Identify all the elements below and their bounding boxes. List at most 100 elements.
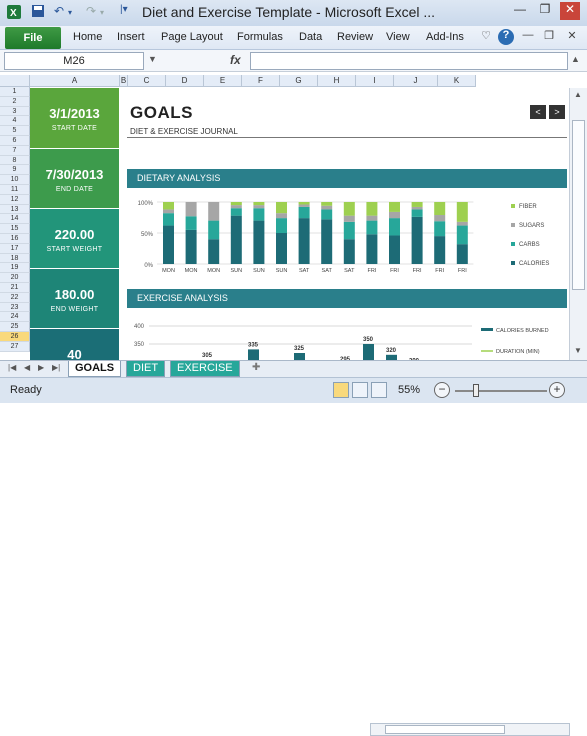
formula-expand-icon[interactable]: ▲	[571, 54, 580, 64]
row-header-25[interactable]: 25	[0, 322, 30, 332]
column-header-h[interactable]: H	[318, 75, 356, 87]
ribbon-close-icon[interactable]: ✕	[564, 29, 580, 45]
bar-segment	[276, 233, 287, 264]
row-header-13[interactable]: 13	[0, 204, 30, 215]
row-header-20[interactable]: 20	[0, 273, 30, 283]
tab-formulas[interactable]: Formulas	[237, 31, 283, 43]
tab-add-ins[interactable]: Add-Ins	[426, 31, 464, 43]
prev-button[interactable]: <	[530, 105, 546, 119]
ribbon-minimize-icon[interactable]: —	[520, 29, 536, 45]
page-layout-view-icon[interactable]	[352, 382, 368, 398]
select-all-corner[interactable]	[0, 75, 30, 87]
help-icon[interactable]: ?	[498, 29, 514, 45]
tab-insert[interactable]: Insert	[117, 31, 145, 43]
sheet-tab-diet[interactable]: DIET	[126, 361, 166, 377]
file-tab[interactable]: File	[5, 27, 61, 49]
row-header-15[interactable]: 15	[0, 224, 30, 234]
horizontal-scroll-thumb[interactable]	[385, 725, 505, 734]
bar-segment	[163, 225, 174, 264]
row-header-12[interactable]: 12	[0, 194, 30, 205]
scroll-down-icon[interactable]: ▼	[574, 346, 582, 355]
first-sheet-icon[interactable]: |◀	[8, 363, 16, 372]
column-header-f[interactable]: F	[242, 75, 280, 87]
row-header-24[interactable]: 24	[0, 312, 30, 323]
row-header-1[interactable]: 1	[0, 87, 30, 97]
tab-review[interactable]: Review	[337, 31, 373, 43]
row-header-16[interactable]: 16	[0, 234, 30, 244]
row-header-18[interactable]: 18	[0, 253, 30, 264]
zoom-in-button[interactable]: +	[549, 382, 565, 398]
row-header-5[interactable]: 5	[0, 126, 30, 136]
row-header-17[interactable]: 17	[0, 243, 30, 254]
formula-input[interactable]	[250, 52, 568, 70]
normal-view-icon[interactable]	[333, 382, 349, 398]
bar-segment	[185, 229, 197, 264]
close-icon[interactable]: ✕	[560, 2, 580, 20]
row-header-2[interactable]: 2	[0, 96, 30, 107]
undo-icon[interactable]: ↶	[54, 4, 64, 18]
row-header-21[interactable]: 21	[0, 283, 30, 293]
restore-icon[interactable]: ❐	[535, 2, 555, 20]
column-header-c[interactable]: C	[128, 75, 166, 87]
row-header-14[interactable]: 14	[0, 214, 30, 225]
row-header-26[interactable]: 26	[0, 332, 30, 342]
horizontal-scrollbar[interactable]	[370, 723, 570, 736]
column-header-j[interactable]: J	[394, 75, 438, 87]
row-header-10[interactable]: 10	[0, 175, 30, 185]
vertical-scrollbar[interactable]: ▲ ▼	[569, 88, 587, 360]
zoom-slider[interactable]	[455, 390, 547, 392]
vertical-scroll-thumb[interactable]	[572, 120, 585, 290]
redo-dropdown-icon[interactable]: ▾	[100, 8, 104, 17]
tab-home[interactable]: Home	[73, 31, 102, 43]
name-box-dropdown-icon[interactable]: ▼	[148, 54, 157, 64]
page-break-view-icon[interactable]	[371, 382, 387, 398]
row-header-19[interactable]: 19	[0, 263, 30, 274]
column-header-b[interactable]: B	[120, 75, 128, 87]
column-header-k[interactable]: K	[438, 75, 476, 87]
column-header-e[interactable]: E	[204, 75, 242, 87]
row-header-9[interactable]: 9	[0, 165, 30, 176]
tab-view[interactable]: View	[386, 31, 410, 43]
undo-dropdown-icon[interactable]: ▾	[68, 8, 72, 17]
row-header-8[interactable]: 8	[0, 155, 30, 166]
sheet-tab-exercise[interactable]: EXERCISE	[170, 361, 240, 377]
ribbon-restore-icon[interactable]: ❐	[541, 29, 557, 45]
zoom-out-button[interactable]: −	[434, 382, 450, 398]
tab-page-layout[interactable]: Page Layout	[161, 31, 223, 43]
row-header-11[interactable]: 11	[0, 185, 30, 195]
minimize-icon[interactable]: —	[510, 2, 530, 20]
zoom-slider-thumb[interactable]	[473, 384, 479, 397]
next-button[interactable]: >	[549, 105, 565, 119]
zoom-level[interactable]: 55%	[398, 384, 420, 396]
row-header-3[interactable]: 3	[0, 106, 30, 117]
bar-segment	[321, 209, 333, 220]
tab-data[interactable]: Data	[299, 31, 322, 43]
row-header-7[interactable]: 7	[0, 145, 30, 156]
heart-icon[interactable]: ♡	[478, 29, 494, 45]
column-header-g[interactable]: G	[280, 75, 318, 87]
column-header-a[interactable]: A	[30, 75, 120, 87]
bar-segment	[208, 220, 220, 240]
scroll-up-icon[interactable]: ▲	[574, 90, 582, 99]
row-header-6[interactable]: 6	[0, 136, 30, 146]
save-icon[interactable]	[31, 4, 45, 21]
row-header-22[interactable]: 22	[0, 292, 30, 303]
sheet-tab-goals[interactable]: GOALS	[68, 361, 122, 377]
insert-sheet-icon[interactable]: ✚	[252, 362, 260, 373]
legend-swatch	[511, 261, 515, 265]
redo-icon[interactable]: ↷	[86, 4, 96, 18]
sidebar-label: START DATE	[51, 125, 98, 132]
row-header-27[interactable]: 27	[0, 341, 30, 352]
prev-sheet-icon[interactable]: ◀	[24, 363, 30, 372]
name-box[interactable]: M26	[4, 52, 144, 70]
row-header-23[interactable]: 23	[0, 302, 30, 313]
next-sheet-icon[interactable]: ▶	[38, 363, 44, 372]
column-header-i[interactable]: I	[356, 75, 394, 87]
customize-icon[interactable]: |▾	[120, 4, 128, 15]
bar-segment	[389, 211, 400, 219]
last-sheet-icon[interactable]: ▶|	[52, 363, 60, 372]
insert-function-icon[interactable]: fx	[230, 53, 241, 67]
row-header-4[interactable]: 4	[0, 116, 30, 127]
column-header-d[interactable]: D	[166, 75, 204, 87]
legend-swatch	[511, 204, 515, 208]
